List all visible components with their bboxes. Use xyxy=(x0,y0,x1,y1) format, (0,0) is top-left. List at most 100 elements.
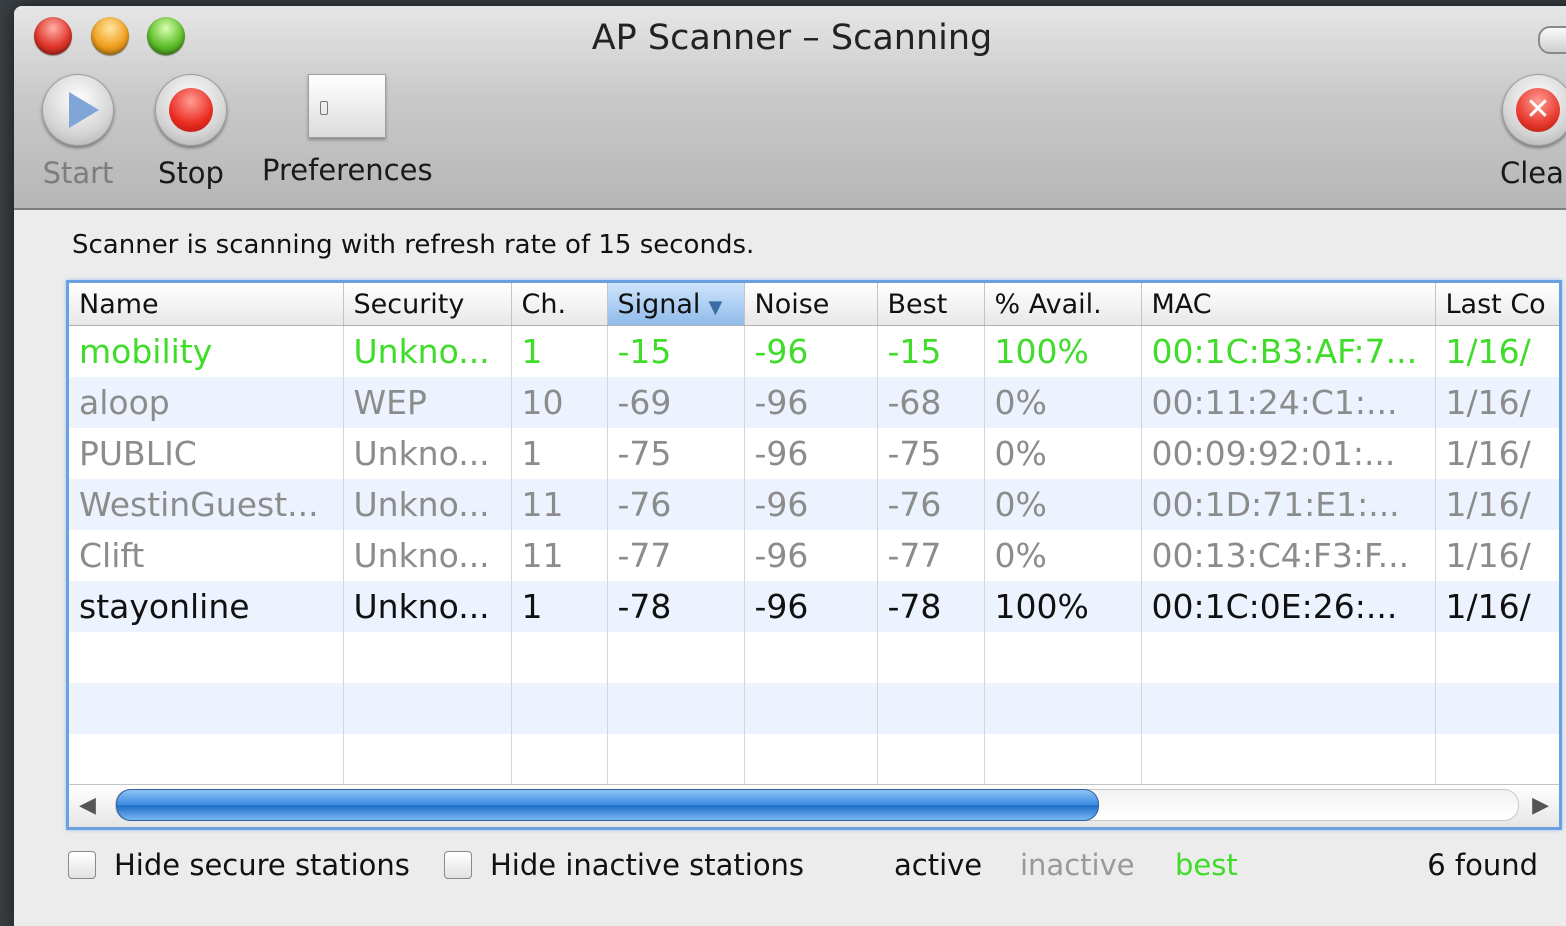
column-header-label: % Avail. xyxy=(994,288,1102,320)
table-cell xyxy=(343,632,512,683)
table-cell: 11 xyxy=(511,479,608,530)
table-cell: -96 xyxy=(744,377,878,428)
table-row[interactable]: aloop WEP 10 -69 -96 -68 0% 00:11:24:C1:... 1/16… xyxy=(69,377,1559,428)
checkbox-icon[interactable] xyxy=(68,851,96,879)
column-header[interactable]: Last Co xyxy=(1435,283,1559,326)
table-cell xyxy=(607,683,745,734)
toolbar-toggle-button[interactable] xyxy=(1538,26,1566,54)
table-cell: 00:1C:B3:AF:7... xyxy=(1141,325,1436,377)
play-icon xyxy=(42,74,114,146)
scroll-right-arrow-icon[interactable]: ▶ xyxy=(1532,793,1549,818)
clear-icon: ✕ xyxy=(1501,74,1566,146)
table-cell: -69 xyxy=(607,377,745,428)
table-cell: -78 xyxy=(607,581,745,632)
table-row[interactable]: stayonline Unkno... 1 -78 -96 -78 100% 00:1C:0E… xyxy=(69,581,1559,632)
table-cell: -96 xyxy=(744,479,878,530)
table-cell: 00:1D:71:E1:... xyxy=(1141,479,1436,530)
column-header-label: Ch. xyxy=(521,288,567,320)
table-cell: -76 xyxy=(607,479,745,530)
table-cell xyxy=(607,734,745,785)
horizontal-scrollbar[interactable]: ◀ ▶ xyxy=(69,784,1559,827)
table-header: Name Security Ch. Signal ▼ Noise Best % Avail. M… xyxy=(69,283,1559,326)
scroll-left-arrow-icon[interactable]: ◀ xyxy=(79,793,96,818)
table-cell: 1 xyxy=(511,581,608,632)
table-cell: WestinGuest... xyxy=(69,479,344,530)
table-cell: stayonline xyxy=(69,581,344,632)
table-cell: -78 xyxy=(877,581,985,632)
hide-secure-checkbox[interactable]: Hide secure stations xyxy=(68,848,410,882)
table-cell: 1/16/ xyxy=(1435,325,1559,377)
table-cell: -96 xyxy=(744,581,878,632)
table-cell: -76 xyxy=(877,479,985,530)
table-cell xyxy=(984,632,1142,683)
table-cell: -96 xyxy=(744,428,878,479)
start-button[interactable]: Start xyxy=(42,74,114,190)
column-header[interactable]: Security xyxy=(343,283,512,326)
table-cell: 0% xyxy=(984,479,1142,530)
column-header[interactable]: Best xyxy=(877,283,985,326)
stations-table[interactable]: Name Security Ch. Signal ▼ Noise Best % Avail. M… xyxy=(66,280,1562,830)
preferences-icon xyxy=(308,74,387,138)
table-cell: Unkno... xyxy=(343,581,512,632)
preferences-label: Preferences xyxy=(262,153,433,187)
table-cell: 00:1C:0E:26:... xyxy=(1141,581,1436,632)
table-cell: 100% xyxy=(984,581,1142,632)
table-row[interactable]: PUBLIC Unkno... 1 -75 -96 -75 0% 00:09:92:01:..… xyxy=(69,428,1559,479)
table-cell: 10 xyxy=(511,377,608,428)
stop-icon xyxy=(155,74,227,146)
scan-status-text: Scanner is scanning with refresh rate of… xyxy=(72,230,755,260)
hide-inactive-checkbox[interactable]: Hide inactive stations xyxy=(444,848,804,882)
scroll-thumb[interactable] xyxy=(116,789,1100,821)
table-cell: WEP xyxy=(343,377,512,428)
stop-label: Stop xyxy=(158,156,224,190)
table-cell xyxy=(1435,683,1559,734)
column-header-label: Last Co xyxy=(1445,288,1546,320)
column-header[interactable]: Signal ▼ xyxy=(607,283,745,326)
table-row[interactable]: WestinGuest... Unkno... 11 -76 -96 -76 0% 00:1D… xyxy=(69,479,1559,530)
table-cell xyxy=(877,734,985,785)
hide-inactive-label: Hide inactive stations xyxy=(490,848,805,882)
table-cell: aloop xyxy=(69,377,344,428)
table-cell: -75 xyxy=(607,428,745,479)
clear-label: Clear xyxy=(1500,156,1566,190)
table-row[interactable]: Clift Unkno... 11 -77 -96 -77 0% 00:13:C4:F3:F.… xyxy=(69,530,1559,581)
column-header[interactable]: Ch. xyxy=(511,283,608,326)
table-cell: Unkno... xyxy=(343,530,512,581)
table-cell: 00:13:C4:F3:F... xyxy=(1141,530,1436,581)
column-header[interactable]: Name xyxy=(69,283,344,326)
table-row[interactable] xyxy=(69,683,1559,734)
table-cell: 1 xyxy=(511,325,608,377)
table-row[interactable] xyxy=(69,632,1559,683)
table-cell: 1/16/ xyxy=(1435,377,1559,428)
table-cell xyxy=(1141,734,1436,785)
table-cell: 1/16/ xyxy=(1435,428,1559,479)
table-cell xyxy=(877,683,985,734)
column-header[interactable]: Noise xyxy=(744,283,878,326)
scroll-track[interactable] xyxy=(115,789,1519,821)
checkbox-icon[interactable] xyxy=(444,851,472,879)
column-header[interactable]: % Avail. xyxy=(984,283,1142,326)
table-cell: 1/16/ xyxy=(1435,479,1559,530)
table-cell: -96 xyxy=(744,530,878,581)
table-cell: PUBLIC xyxy=(69,428,344,479)
table-cell: 00:11:24:C1:... xyxy=(1141,377,1436,428)
stop-button[interactable]: Stop xyxy=(155,74,227,190)
table-cell: 1/16/ xyxy=(1435,581,1559,632)
window-title: AP Scanner – Scanning xyxy=(591,18,993,58)
table-cell xyxy=(511,683,608,734)
column-header-label: Name xyxy=(79,288,159,320)
table-cell: -68 xyxy=(877,377,985,428)
table-row[interactable]: mobility Unkno... 1 -15 -96 -15 100% 00:1C:B3:A… xyxy=(69,325,1559,377)
column-header[interactable]: MAC xyxy=(1141,283,1436,326)
sort-descending-icon: ▼ xyxy=(708,296,723,318)
column-header-label: MAC xyxy=(1151,288,1212,320)
clear-button[interactable]: ✕ Clear xyxy=(1500,74,1566,190)
table-cell xyxy=(511,734,608,785)
column-header-label: Security xyxy=(353,288,465,320)
legend-best: best xyxy=(1175,848,1238,882)
preferences-button[interactable]: Preferences xyxy=(262,74,433,187)
toolbar: AP Scanner – Scanning Start Stop Prefere… xyxy=(14,6,1566,210)
table-cell: -77 xyxy=(877,530,985,581)
column-header-label: Noise xyxy=(754,288,830,320)
table-row[interactable] xyxy=(69,734,1559,785)
